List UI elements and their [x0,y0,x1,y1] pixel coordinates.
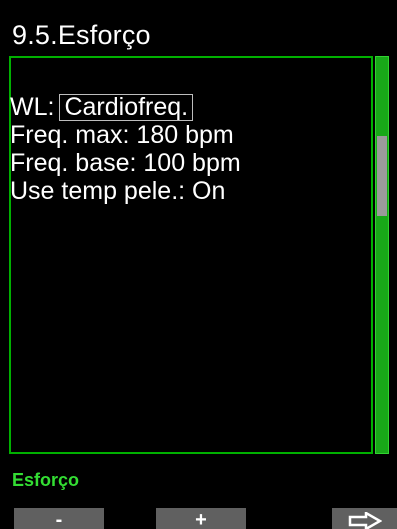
setting-row-base-heart-rate[interactable]: Freq. base: 100 bpm [10,149,241,177]
setting-row-skin-temp[interactable]: Use temp pele.: On [10,177,241,205]
next-button[interactable] [332,508,397,529]
setting-label-wl: WL: [10,93,55,121]
setting-row-wl[interactable]: WL: Cardiofreq. [10,93,241,121]
status-label: Esforço [12,470,80,490]
settings-list: WL: Cardiofreq. Freq. max: 180 bpm Freq. … [10,93,241,205]
minus-button[interactable]: - [14,508,104,529]
scrollbar-thumb[interactable] [377,136,387,216]
screen-title: 9.5.Esforço [12,20,151,50]
right-arrow-icon [332,512,397,529]
setting-value-selected[interactable]: Cardiofreq. [59,94,194,121]
plus-button[interactable]: + [156,508,246,529]
setting-row-max-heart-rate[interactable]: Freq. max: 180 bpm [10,121,241,149]
scrollbar[interactable] [375,56,389,454]
